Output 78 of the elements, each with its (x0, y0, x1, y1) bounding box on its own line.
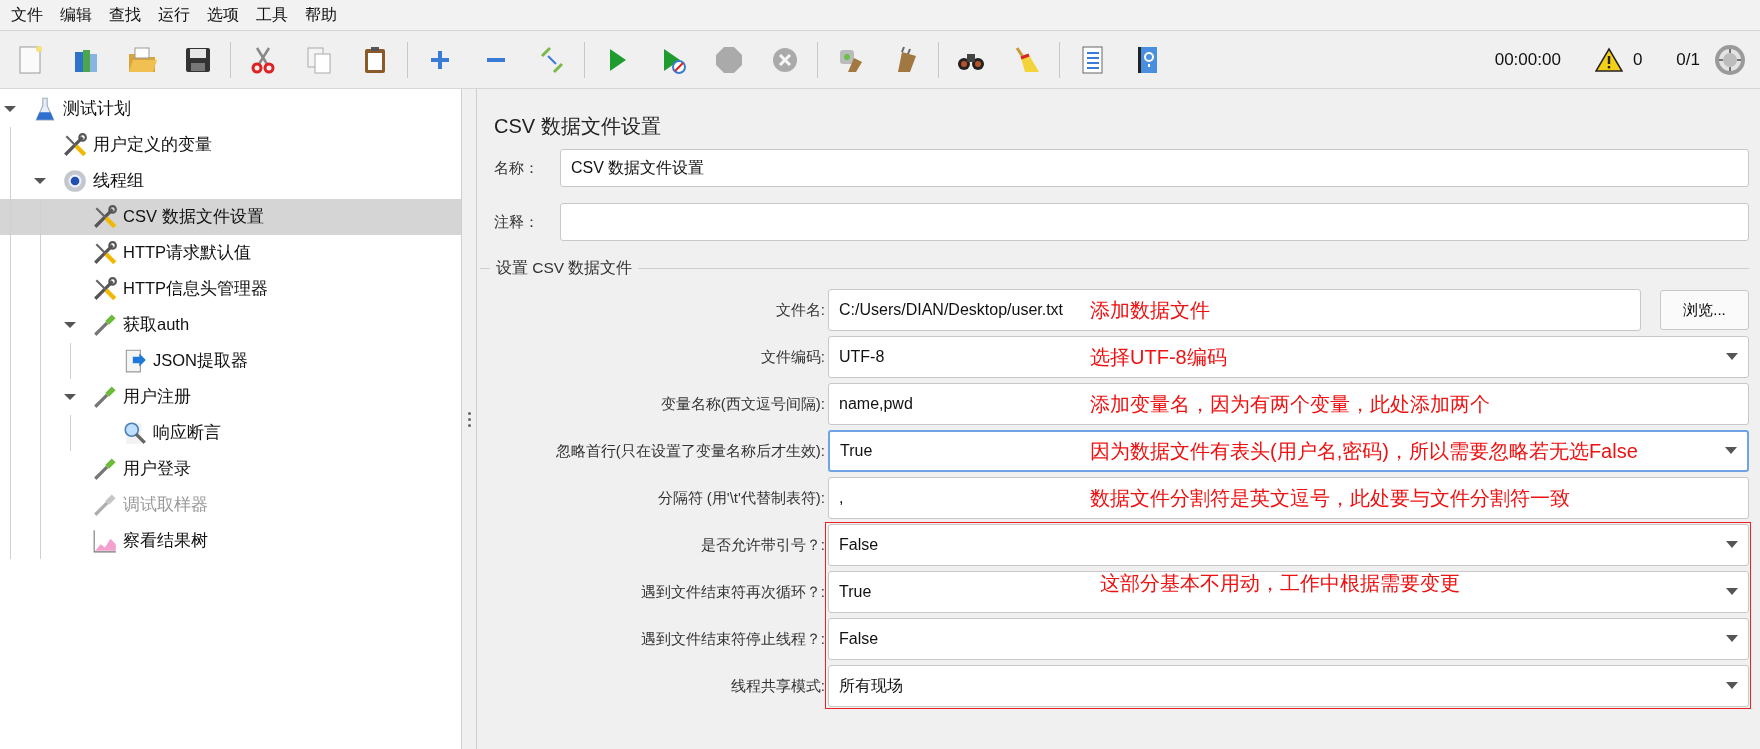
menu-item[interactable]: 查找 (100, 4, 149, 26)
tree-item[interactable]: 获取auth (0, 307, 461, 343)
menu-item[interactable]: 运行 (149, 4, 198, 26)
annotation-note: 因为数据文件有表头(用户名,密码)，所以需要忽略若无选False (1090, 438, 1638, 464)
field-label: 遇到文件结束符停止线程？: (640, 629, 825, 649)
name-field[interactable]: CSV 数据文件设置 (560, 149, 1749, 187)
dropdown-arrow-icon (1726, 682, 1738, 690)
tree-item-label: HTTP请求默认值 (123, 242, 252, 263)
pipette-icon (92, 384, 118, 410)
field-label: 忽略首行(只在设置了变量名称后才生效): (555, 441, 825, 461)
dropdown[interactable]: False (828, 524, 1749, 566)
dropdown-arrow-icon (1726, 635, 1738, 643)
tree-item-label: 用户定义的变量 (93, 134, 212, 155)
dropdown[interactable]: False (828, 618, 1749, 660)
annotation-note: 数据文件分割符是英文逗号，此处要与文件分割符一致 (1090, 485, 1570, 511)
menu-item[interactable]: 编辑 (51, 4, 100, 26)
dropdown[interactable]: 所有现场 (828, 665, 1749, 707)
annotation-note: 选择UTF-8编码 (1090, 344, 1227, 370)
tree-item-label: 测试计划 (63, 98, 131, 119)
tree-item-label: JSON提取器 (153, 350, 248, 371)
chart-icon (92, 528, 118, 554)
panel-title: CSV 数据文件设置 (494, 114, 662, 139)
tree-item[interactable]: 用户注册 (0, 379, 461, 415)
tree-item-label: HTTP信息头管理器 (123, 278, 269, 299)
field-label: 遇到文件结束符再次循环？: (640, 582, 825, 602)
gear-icon (62, 168, 88, 194)
tools-icon (92, 240, 118, 266)
tree-item[interactable]: HTTP请求默认值 (0, 235, 461, 271)
tools-icon (92, 276, 118, 302)
annotation-note: 添加数据文件 (1090, 297, 1210, 323)
tree-item[interactable]: 响应断言 (0, 415, 461, 451)
tree-item-label: 用户注册 (123, 386, 191, 407)
magnifier-icon (122, 420, 148, 446)
status-circle-icon (1714, 43, 1746, 76)
tree-item[interactable]: JSON提取器 (0, 343, 461, 379)
menu-item[interactable]: 工具 (247, 4, 296, 26)
tree-item[interactable]: HTTP信息头管理器 (0, 271, 461, 307)
tools-icon (92, 204, 118, 230)
tree-item[interactable]: 测试计划 (0, 91, 461, 127)
annotation-note: 添加变量名，因为有两个变量，此处添加两个 (1090, 391, 1490, 417)
tree-item[interactable]: CSV 数据文件设置 (0, 199, 461, 235)
menu-item[interactable]: 帮助 (296, 4, 345, 26)
tree-item[interactable]: 察看结果树 (0, 523, 461, 559)
field-label: 是否允许带引号？: (700, 535, 825, 555)
menu-item[interactable]: 选项 (198, 4, 247, 26)
warning-count: 0 (1632, 49, 1643, 70)
browse-button[interactable]: 浏览... (1660, 290, 1749, 330)
tree-item[interactable]: 用户定义的变量 (0, 127, 461, 163)
pipette-icon (92, 492, 118, 518)
tree-item-label: CSV 数据文件设置 (123, 206, 264, 227)
thread-count: 0/1 (1676, 49, 1700, 70)
annotation-note: 这部分基本不用动，工作中根据需要变更 (1100, 571, 1460, 596)
tree-item-label: 用户登录 (123, 458, 191, 479)
tree-item-label: 获取auth (123, 314, 190, 335)
pipette-icon (92, 312, 118, 338)
tree-item-label: 调试取样器 (123, 494, 208, 515)
dropdown-arrow-icon (1726, 353, 1738, 361)
field-label: 注释： (494, 212, 540, 232)
pipette-icon (92, 456, 118, 482)
tools-icon (62, 132, 88, 158)
field-label: 名称： (494, 158, 540, 178)
field-label: 文件名: (775, 300, 825, 320)
field-label: 文件编码: (760, 347, 825, 367)
tree-item-label: 响应断言 (153, 422, 221, 443)
menu-item[interactable]: 文件 (2, 4, 51, 26)
dropdown-arrow-icon (1726, 588, 1738, 596)
warning-icon (1594, 46, 1623, 73)
tree-item-label: 察看结果树 (123, 530, 208, 551)
comment-field[interactable] (560, 203, 1749, 241)
field-label: 线程共享模式: (730, 676, 825, 696)
dropdown-arrow-icon (1725, 447, 1737, 455)
field-label: 变量名称(西文逗号间隔): (660, 394, 825, 414)
section-title: 设置 CSV 数据文件 (495, 257, 634, 278)
tree-item-label: 线程组 (93, 170, 144, 191)
dropdown-arrow-icon (1726, 541, 1738, 549)
elapsed-time: 00:00:00 (1494, 49, 1561, 70)
field-label: 分隔符 (用'\t'代替制表符): (657, 488, 825, 508)
tree-item[interactable]: 用户登录 (0, 451, 461, 487)
